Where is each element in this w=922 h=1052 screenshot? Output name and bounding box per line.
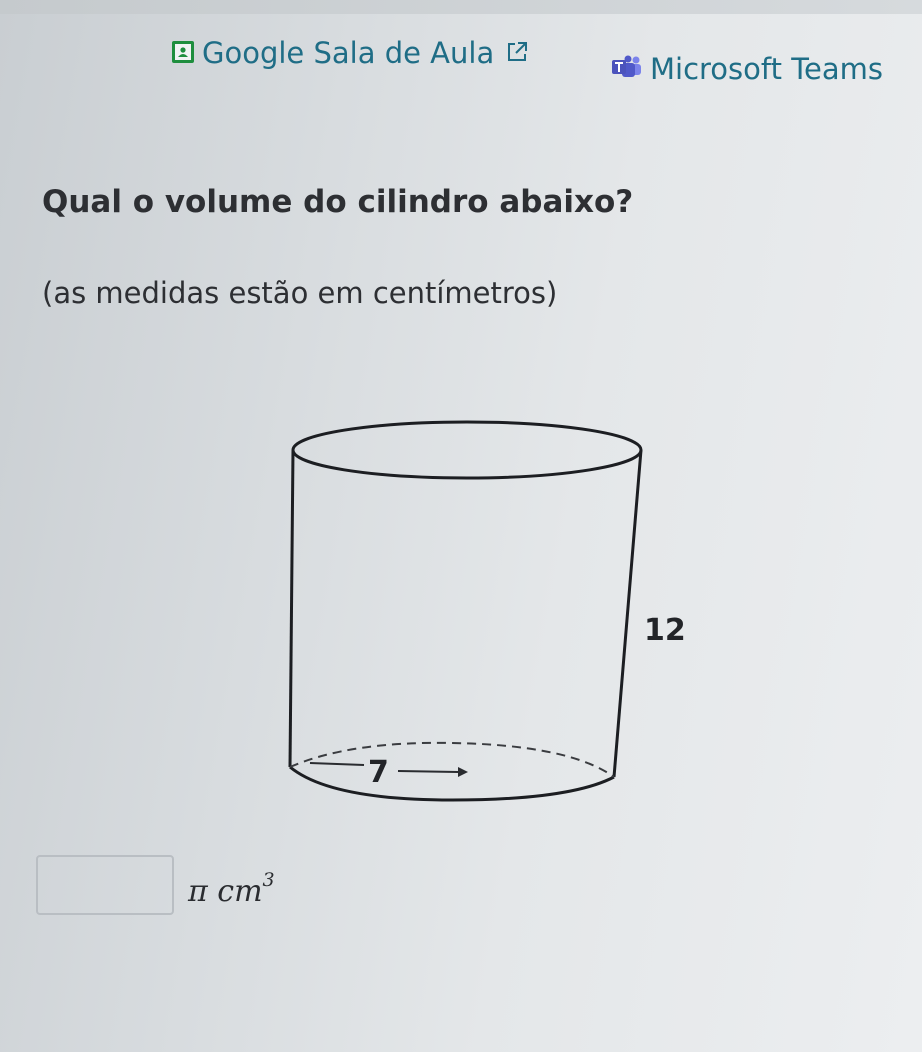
radius-arrow-head (458, 767, 468, 777)
cylinder-figure: 7 12 (270, 405, 710, 825)
answer-row: π cm3 (36, 855, 275, 915)
top-edge (0, 0, 922, 14)
microsoft-teams-link[interactable]: Microsoft Teams (612, 52, 883, 86)
answer-unit: π cm3 (188, 869, 275, 909)
external-link-icon (506, 36, 528, 70)
pi-symbol: π (188, 874, 208, 909)
unit-exponent: 3 (262, 869, 275, 891)
height-label: 12 (644, 613, 686, 648)
cylinder-top (291, 420, 643, 480)
microsoft-teams-icon (612, 52, 642, 86)
cylinder-left-side (288, 449, 295, 768)
microsoft-teams-label: Microsoft Teams (650, 52, 883, 86)
question-prompt: Qual o volume do cilindro abaixo? (42, 184, 634, 220)
answer-input[interactable] (36, 855, 174, 915)
radius-line-left (309, 762, 365, 766)
radius-label: 7 (368, 755, 389, 790)
google-classroom-icon (172, 36, 194, 70)
unit-cm: cm (217, 874, 263, 909)
google-classroom-link[interactable]: Google Sala de Aula (172, 36, 528, 70)
google-classroom-label: Google Sala de Aula (202, 36, 495, 70)
external-links-bar: Google Sala de Aula Microsoft Teams (0, 36, 922, 86)
radius-line-right (397, 770, 459, 773)
measurement-note: (as medidas estão em centímetros) (42, 276, 558, 310)
cylinder-right-side (612, 449, 643, 778)
